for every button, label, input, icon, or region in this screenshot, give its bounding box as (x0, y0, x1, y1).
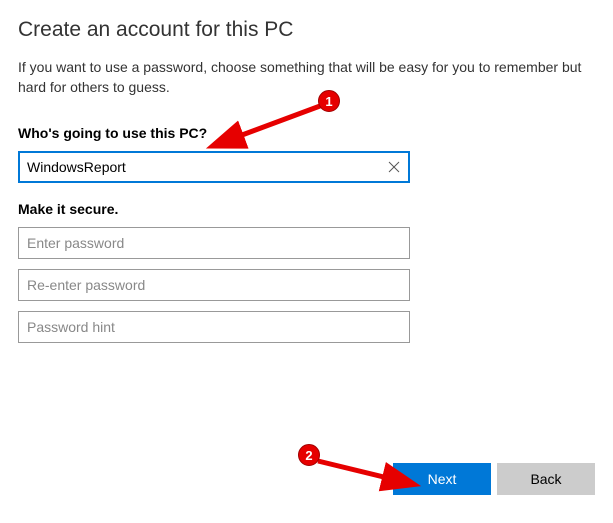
password-input[interactable] (18, 227, 410, 259)
password-hint-input[interactable] (18, 311, 410, 343)
password-description: If you want to use a password, choose so… (18, 58, 588, 97)
back-button[interactable]: Back (497, 463, 595, 495)
next-button[interactable]: Next (393, 463, 491, 495)
username-input[interactable] (18, 151, 410, 183)
close-icon (388, 161, 400, 173)
secure-section-label: Make it secure. (18, 201, 595, 217)
annotation-badge-2: 2 (298, 444, 320, 466)
username-section-label: Who's going to use this PC? (18, 125, 595, 141)
button-row: Next Back (393, 463, 595, 495)
confirm-password-input[interactable] (18, 269, 410, 301)
page-title: Create an account for this PC (18, 18, 595, 42)
clear-username-button[interactable] (378, 151, 410, 183)
